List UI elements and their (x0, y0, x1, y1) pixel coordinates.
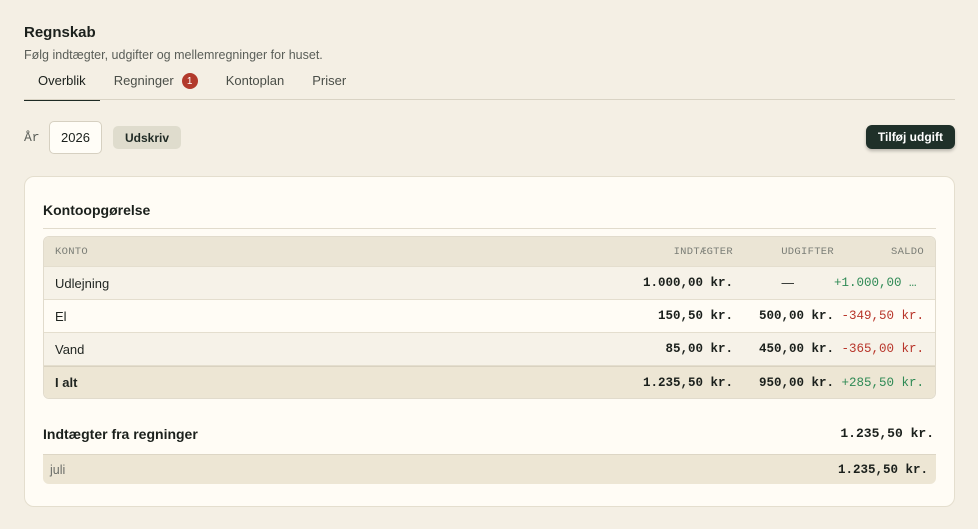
income-amount: 1.000,00 kr. (642, 276, 733, 290)
tab-bar: Overblik Regninger 1 Kontoplan Priser (24, 70, 955, 101)
total-expense: 950,00 kr. (758, 375, 834, 390)
tab-label: Overblik (38, 73, 86, 88)
tab-label: Kontoplan (225, 73, 285, 88)
account-name: El (55, 308, 67, 324)
total-balance: +285,50 kr. (841, 375, 924, 390)
expense-amount: 500,00 kr. (758, 309, 834, 323)
income-section-header: Indtægter fra regninger 1.235,50 kr. (43, 426, 934, 442)
overview-card: Kontoopgørelse KONTO INDTÆGTER UDGIFTER … (24, 176, 955, 507)
page-subtitle: Følg indtægter, udgifter og mellemregnin… (24, 48, 323, 62)
column-header-expense: UDGIFTER (781, 245, 834, 258)
add-expense-button[interactable]: Tilføj udgift (865, 125, 955, 149)
income-amount: 85,00 kr. (665, 342, 733, 356)
balance-amount: -365,00 kr. (841, 342, 924, 356)
expense-amount: 450,00 kr. (758, 342, 834, 356)
account-name: Udlejning (55, 275, 110, 291)
tab-regninger[interactable]: Regninger 1 (100, 70, 212, 100)
toolbar: År Udskriv Tilføj udgift (24, 121, 955, 154)
count-badge: 1 (181, 73, 198, 89)
balance-amount: +1.000,00 kr. (834, 276, 932, 290)
balance-amount: -349,50 kr. (841, 309, 924, 323)
income-section-title: Indtægter fra regninger (43, 426, 198, 442)
column-header-balance: SALDO (890, 245, 924, 258)
total-income: 1.235,50 kr. (642, 375, 733, 390)
income-amount: 150,50 kr. (657, 309, 733, 323)
page-header: Regnskab Følg indtægter, udgifter og mel… (24, 24, 323, 62)
table-row: El 150,50 kr. 500,00 kr. -349,50 kr. (44, 300, 935, 333)
income-month: juli (50, 462, 66, 477)
table-row: Vand 85,00 kr. 450,00 kr. -365,00 kr. (44, 333, 935, 366)
account-name: Vand (55, 341, 85, 357)
tab-kontoplan[interactable]: Kontoplan (212, 70, 299, 100)
list-item: juli 1.235,50 kr. (43, 454, 936, 484)
table-header-row: KONTO INDTÆGTER UDGIFTER SALDO (44, 237, 935, 267)
page-title: Regnskab (24, 24, 96, 41)
column-header-income: INDTÆGTER (673, 245, 733, 258)
year-input[interactable] (49, 121, 102, 154)
income-month-amount: 1.235,50 kr. (837, 462, 928, 477)
tab-overblik[interactable]: Overblik (24, 70, 100, 101)
column-header-account: KONTO (55, 245, 89, 258)
total-label: I alt (55, 375, 78, 390)
income-section-total: 1.235,50 kr. (840, 426, 934, 441)
table-row: Udlejning 1.000,00 kr. — +1.000,00 kr. (44, 267, 935, 300)
account-statement-table: KONTO INDTÆGTER UDGIFTER SALDO Udlejning… (43, 236, 936, 399)
expense-amount: — (781, 276, 795, 290)
statement-title: Kontoopgørelse (43, 202, 151, 218)
divider (43, 228, 936, 229)
year-label: År (24, 130, 40, 145)
tab-label: Priser (312, 73, 347, 88)
tab-priser[interactable]: Priser (298, 70, 360, 100)
tab-label: Regninger (113, 73, 174, 88)
total-row: I alt 1.235,50 kr. 950,00 kr. +285,50 kr… (44, 366, 935, 398)
print-button[interactable]: Udskriv (113, 126, 182, 149)
